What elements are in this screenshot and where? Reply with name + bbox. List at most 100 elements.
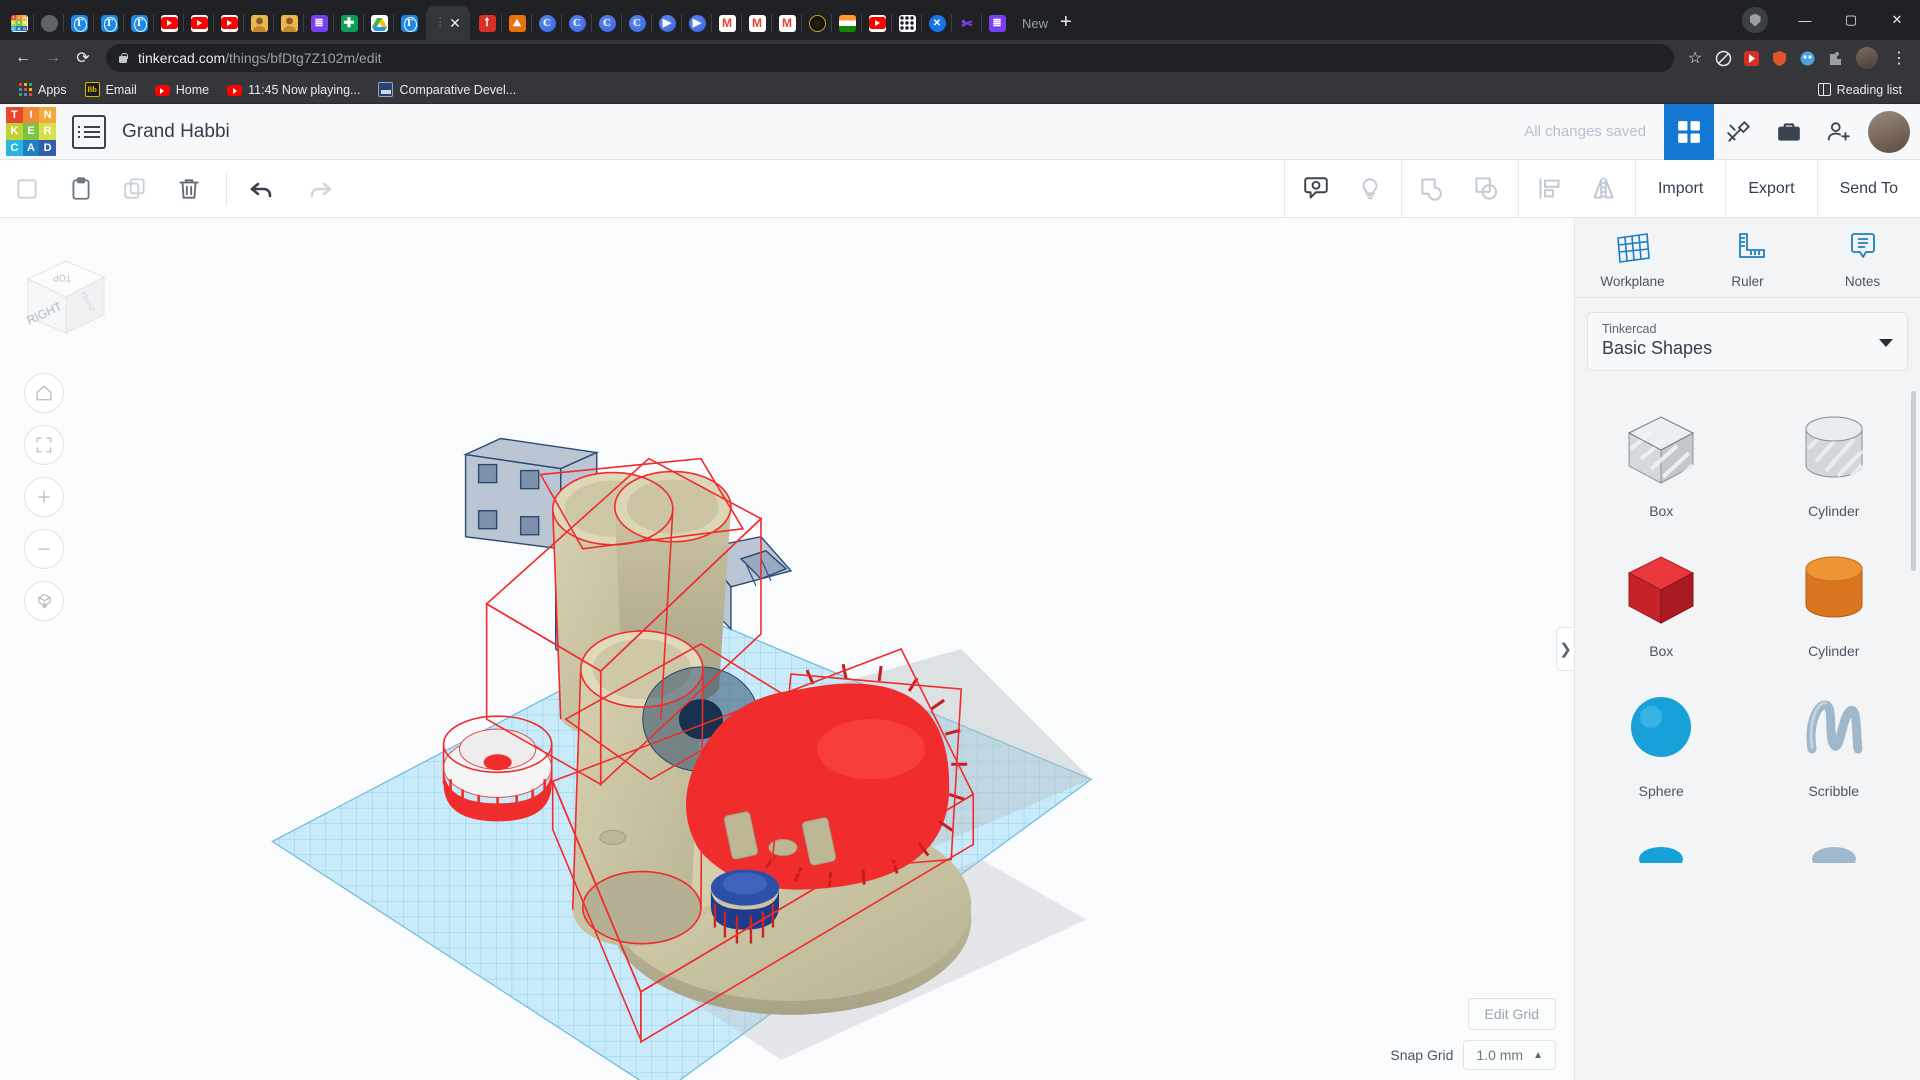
home-view-button[interactable]: [24, 373, 64, 413]
orange-app-tab[interactable]: ⛰: [502, 6, 532, 40]
duplicate-button[interactable]: [111, 167, 159, 211]
braille-tab[interactable]: [892, 6, 922, 40]
sheets-tab[interactable]: ✚: [334, 6, 364, 40]
minimize-button[interactable]: —: [1782, 0, 1828, 40]
classroom-tab-3[interactable]: C: [592, 6, 622, 40]
tab-menu-icon[interactable]: ⋮: [435, 18, 445, 28]
ortho-perspective-button[interactable]: [24, 581, 64, 621]
ungroup-button[interactable]: [1463, 167, 1511, 211]
bookmark-apps[interactable]: Apps: [10, 79, 76, 101]
grid-view-button[interactable]: [1664, 103, 1714, 160]
shape-scribble[interactable]: Scribble: [1748, 669, 1920, 809]
video-tab-2[interactable]: ▶: [682, 6, 712, 40]
align-button[interactable]: [1526, 167, 1574, 211]
block-icon[interactable]: [1710, 45, 1736, 71]
import-button[interactable]: Import: [1634, 160, 1725, 217]
zoom-in-button[interactable]: [24, 477, 64, 517]
shape-cylinder-orange[interactable]: Cylinder: [1748, 529, 1920, 669]
paste-button[interactable]: [57, 167, 105, 211]
workplane-tool[interactable]: Workplane: [1575, 228, 1690, 289]
shape-box-hole[interactable]: Box: [1575, 389, 1748, 529]
gmail-tab-1[interactable]: M: [712, 6, 742, 40]
classroom-tab-2[interactable]: C: [562, 6, 592, 40]
profile-tab-2[interactable]: [274, 6, 304, 40]
bookmark-now-playing[interactable]: 11:45 Now playing...: [218, 79, 369, 101]
profile-tab-1[interactable]: [244, 6, 274, 40]
redo-button[interactable]: [294, 167, 342, 211]
red-app-tab[interactable]: ꝉ: [472, 6, 502, 40]
panel-collapse-button[interactable]: ❯: [1556, 627, 1574, 671]
ruler-tool[interactable]: Ruler: [1690, 228, 1805, 289]
export-button[interactable]: Export: [1725, 160, 1816, 217]
tinkercad-logo[interactable]: TINKERCAD: [6, 106, 56, 157]
window-close-button[interactable]: ✕: [1874, 0, 1920, 40]
active-tab[interactable]: ⋮ ✕: [426, 6, 470, 40]
reading-list-button[interactable]: Reading list: [1817, 83, 1910, 97]
extension-red-icon[interactable]: [1738, 45, 1764, 71]
mirror-button[interactable]: [1580, 167, 1628, 211]
globe-tab[interactable]: [34, 6, 64, 40]
youtube-tab-3[interactable]: [214, 6, 244, 40]
user-avatar[interactable]: [1868, 110, 1910, 153]
shape-cylinder-hole[interactable]: Cylinder: [1748, 389, 1920, 529]
bookmark-star-icon[interactable]: ☆: [1682, 45, 1708, 71]
video-tab-1[interactable]: ▶: [652, 6, 682, 40]
forward-button[interactable]: →: [38, 43, 68, 73]
chevron-down-icon[interactable]: [1879, 338, 1893, 347]
address-bar[interactable]: tinkercad.com/things/bfDtg7Z102m/edit: [106, 44, 1674, 72]
tinkercad-tab-3[interactable]: [124, 6, 154, 40]
keep-tab-2[interactable]: ≣: [982, 6, 1012, 40]
youtube-tab-4[interactable]: [862, 6, 892, 40]
classroom-tab-4[interactable]: C: [622, 6, 652, 40]
panel-scrollbar[interactable]: [1911, 391, 1916, 571]
shape-box-red[interactable]: Box: [1575, 529, 1748, 669]
tinkercad-tab-1[interactable]: [64, 6, 94, 40]
shapes-grid[interactable]: Box Cylinder Box Cylinder Sphere Scribbl…: [1575, 381, 1920, 1080]
edit-grid-button[interactable]: Edit Grid: [1467, 998, 1556, 1030]
undo-button[interactable]: [240, 167, 288, 211]
coin-tab[interactable]: [802, 6, 832, 40]
shape-sphere[interactable]: Sphere: [1575, 669, 1748, 809]
back-button[interactable]: ←: [8, 43, 38, 73]
puzzle-extension-icon[interactable]: [1822, 45, 1848, 71]
classroom-tab-1[interactable]: C: [532, 6, 562, 40]
shape-next-row-left[interactable]: [1575, 809, 1748, 873]
shield-icon[interactable]: [1742, 7, 1768, 33]
drive-tab[interactable]: [364, 6, 394, 40]
shield-extension-icon[interactable]: [1766, 45, 1792, 71]
tinkercad-tab-4[interactable]: [394, 6, 424, 40]
note-button[interactable]: [1292, 167, 1340, 211]
3d-viewport[interactable]: TOP RIGHT FRONT Edit Grid Snap Grid 1.0 …: [0, 218, 1574, 1080]
codeblocks-button[interactable]: [1714, 104, 1764, 160]
send-to-button[interactable]: Send To: [1816, 160, 1920, 217]
paint-extension-icon[interactable]: [1794, 45, 1820, 71]
fit-view-button[interactable]: [24, 425, 64, 465]
invite-button[interactable]: [1814, 104, 1864, 160]
bookmark-comparative[interactable]: Comparative Devel...: [369, 79, 525, 101]
india-flag-tab[interactable]: [832, 6, 862, 40]
snap-grid-select[interactable]: 1.0 mm ▲: [1463, 1040, 1556, 1070]
new-tab-title[interactable]: New: [1012, 16, 1054, 40]
maximize-button[interactable]: ▢: [1828, 0, 1874, 40]
tinkercad-tab-2[interactable]: [94, 6, 124, 40]
bookmark-email[interactable]: Bb Email: [76, 79, 146, 101]
copy-button[interactable]: [3, 167, 51, 211]
shape-next-row-right[interactable]: [1748, 809, 1920, 873]
scissors-tab[interactable]: ✄: [952, 6, 982, 40]
dashboard-button[interactable]: [72, 114, 106, 149]
youtube-tab-1[interactable]: [154, 6, 184, 40]
bookmark-home[interactable]: Home: [146, 79, 218, 101]
gmail-tab-3[interactable]: M: [772, 6, 802, 40]
avatar[interactable]: [1856, 47, 1878, 69]
group-button[interactable]: [1409, 167, 1457, 211]
shape-library-picker[interactable]: Tinkercad Basic Shapes: [1587, 312, 1908, 371]
reload-button[interactable]: ⟳: [68, 43, 98, 73]
tinkercad-logo-tab[interactable]: TINKERCAD: [4, 6, 34, 40]
page-title[interactable]: Grand Habbi: [122, 121, 230, 143]
youtube-tab-2[interactable]: [184, 6, 214, 40]
gmail-tab-2[interactable]: M: [742, 6, 772, 40]
keep-tab[interactable]: ≣: [304, 6, 334, 40]
chrome-menu-button[interactable]: ⋮: [1886, 45, 1912, 71]
light-button[interactable]: [1346, 167, 1394, 211]
delete-button[interactable]: [165, 167, 213, 211]
